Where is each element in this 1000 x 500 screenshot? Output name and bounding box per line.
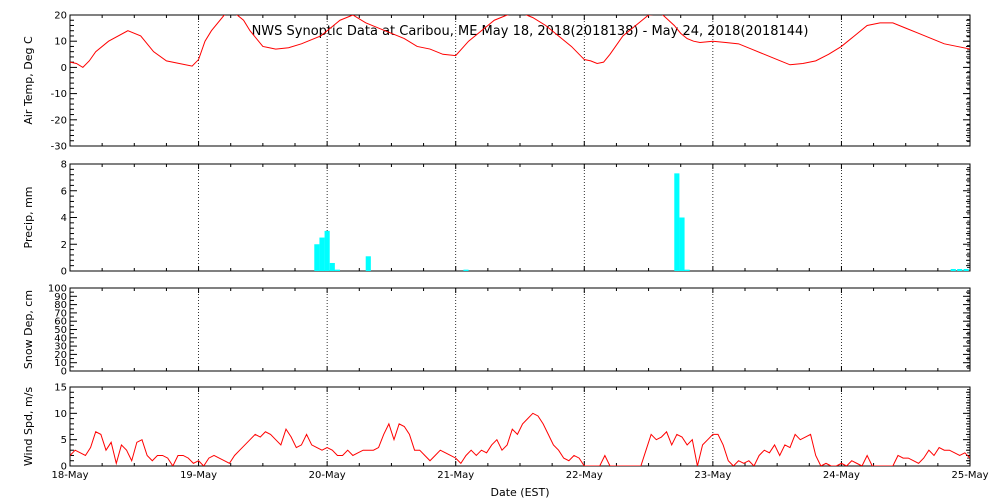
- precip-bar: [957, 268, 963, 271]
- y-tick-label: 15: [54, 383, 67, 394]
- y-tick-label: 10: [54, 409, 67, 420]
- panels-layer: -30 -20 -10 0 10 20 Air Temp, Deg C 0 2 4 6 8 Precip…: [22, 11, 971, 473]
- panel-data-temperature: [70, 15, 970, 69]
- precip-bar: [674, 173, 680, 271]
- x-tick-label: 22-May: [566, 470, 603, 481]
- temperature-series-line: [70, 15, 970, 69]
- y-tick-label: 100: [48, 284, 67, 295]
- precip-bar: [314, 244, 320, 271]
- x-tick-label: 23-May: [694, 470, 731, 481]
- precip-bar: [329, 262, 335, 271]
- y-axis-label-snow: Snow Dep, cm: [22, 290, 35, 369]
- x-tick-label: 24-May: [823, 470, 860, 481]
- precip-bar: [950, 268, 956, 271]
- y-tick-label: -10: [51, 89, 67, 100]
- x-tick-label: 20-May: [309, 470, 346, 481]
- x-axis-label: Date (EST): [490, 486, 549, 499]
- y-tick-label: -30: [51, 142, 67, 153]
- y-tick-label: 8: [61, 160, 67, 171]
- y-tick-label: 6: [61, 186, 67, 197]
- precip-bar: [684, 269, 690, 271]
- precip-bar: [963, 268, 969, 271]
- panel-frame: [69, 386, 971, 467]
- chart-root: NWS Synoptic Data at Caribou, ME May 18,…: [0, 0, 1000, 500]
- panel-data-wind: [70, 412, 970, 466]
- y-tick-label: 4: [61, 213, 67, 224]
- x-tick-label: 25-May: [951, 470, 988, 481]
- precip-bar: [319, 237, 325, 271]
- panel-snow: 0102030405060708090100Snow Dep, cm: [22, 284, 971, 378]
- x-tick-label: 21-May: [437, 470, 474, 481]
- y-tick-label: -20: [51, 115, 67, 126]
- y-axis-label-wind: Wind Spd, m/s: [22, 387, 35, 467]
- precip-bar: [365, 256, 371, 271]
- precip-bar: [463, 269, 469, 271]
- panel-precip: 0 2 4 6 8 Precip, mm: [22, 160, 971, 278]
- multi-panel-chart: NWS Synoptic Data at Caribou, ME May 18,…: [22, 11, 989, 500]
- y-tick-label: 0: [61, 267, 67, 278]
- panel-wind: 051015Wind Spd, m/s: [22, 383, 971, 473]
- panel-data-precip: [314, 173, 969, 271]
- y-tick-label: 2: [61, 240, 67, 251]
- x-tick-label: 19-May: [180, 470, 217, 481]
- y-tick-label: 20: [54, 11, 67, 22]
- panel-frame: [69, 163, 971, 272]
- y-tick-label: 0: [61, 63, 67, 74]
- y-tick-label: 5: [61, 435, 67, 446]
- panel-frame: [69, 287, 971, 372]
- wind-series-line: [70, 412, 970, 466]
- y-tick-label: 10: [54, 37, 67, 48]
- chart-title: NWS Synoptic Data at Caribou, ME May 18,…: [252, 24, 809, 39]
- precip-bar: [679, 217, 685, 271]
- y-axis-label-precip: Precip, mm: [22, 187, 35, 249]
- precip-bar: [334, 269, 340, 271]
- x-axis-tick-labels: 18-May 19-May 20-May 21-May 22-May 23-May 24-M…: [51, 470, 988, 481]
- y-axis-label-temperature: Air Temp, Deg C: [22, 36, 35, 125]
- precip-bar: [324, 230, 330, 271]
- x-tick-label: 18-May: [51, 470, 88, 481]
